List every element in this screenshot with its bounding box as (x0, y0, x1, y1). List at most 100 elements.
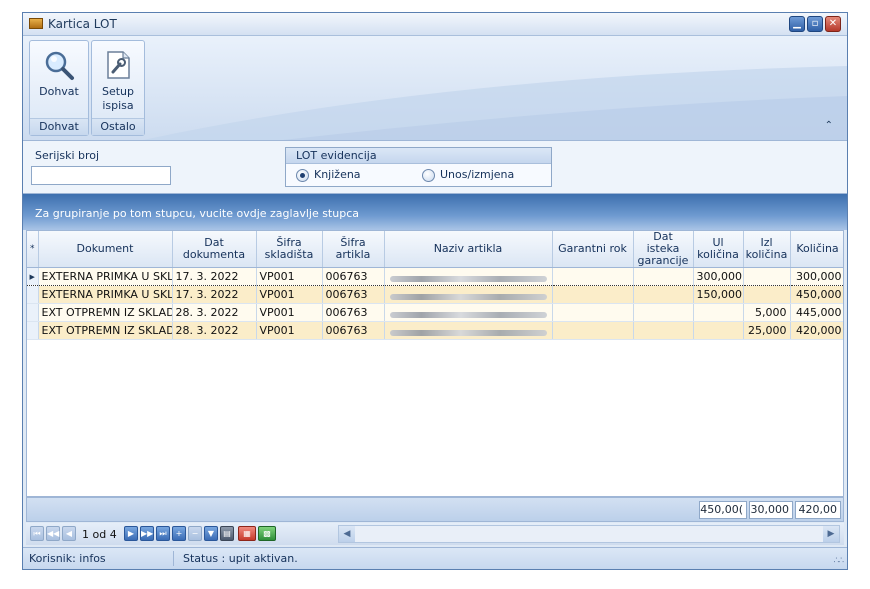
cell-izl-kolicina[interactable] (743, 285, 791, 304)
delete-button[interactable]: − (188, 526, 202, 541)
export-pdf-button[interactable]: ▦ (238, 526, 256, 541)
redacted-text (389, 276, 547, 282)
export-xls-button[interactable]: ▩ (258, 526, 276, 541)
cell-dat-isteka[interactable] (633, 303, 694, 322)
radio-knjizena-label[interactable]: Knjižena (314, 168, 361, 181)
lot-evidencija-group: LOT evidencija Knjižena Unos/izmjena (285, 147, 552, 187)
scroll-right-icon[interactable]: ▶ (823, 526, 839, 542)
radio-unos-izmjena-label[interactable]: Unos/izmjena (440, 168, 514, 181)
cell-dat-isteka[interactable] (633, 321, 694, 340)
cell-sifra-skladista[interactable]: VP001 (256, 303, 323, 322)
serial-input[interactable] (31, 166, 171, 185)
cell-naziv-artikla[interactable] (384, 321, 553, 340)
print-button[interactable]: ▤ (220, 526, 234, 541)
scroll-left-icon[interactable]: ◀ (339, 526, 355, 542)
cell-dokument[interactable]: EXTERNA PRIMKA U SKL (38, 267, 173, 286)
table-row[interactable]: EXTERNA PRIMKA U SKL 17. 3. 2022 VP001 0… (27, 285, 843, 304)
cell-ul-kolicina[interactable]: 300,000 (693, 267, 744, 286)
column-header[interactable]: Dat dokumenta (172, 231, 257, 268)
cell-garantni-rok[interactable] (552, 303, 634, 322)
prev-page-button[interactable]: ◀◀ (46, 526, 60, 541)
setup-ispisa-button[interactable]: Setup ispisa (96, 43, 140, 113)
filter-panel: Serijski broj LOT evidencija Knjižena Un… (23, 141, 847, 194)
cell-dokument[interactable]: EXT OTPREMN IZ SKLAD (38, 303, 173, 322)
dohvat-button-label: Dohvat (39, 85, 79, 98)
cell-naziv-artikla[interactable] (384, 285, 553, 304)
ribbon-group-ostalo: Setup ispisa Ostalo (91, 40, 145, 136)
cell-izl-kolicina[interactable]: 25,000 (743, 321, 791, 340)
total-ul-kolicina: 450,00( (699, 501, 747, 519)
next-page-button[interactable]: ▶▶ (140, 526, 154, 541)
cell-sifra-artikla[interactable]: 006763 (322, 285, 385, 304)
cell-sifra-artikla[interactable]: 006763 (322, 267, 385, 286)
cell-kolicina[interactable]: 300,000 (790, 267, 843, 286)
close-button[interactable]: ✕ (825, 16, 841, 32)
xls-icon: ▩ (263, 529, 271, 538)
column-header[interactable]: Količina (790, 231, 843, 268)
column-header[interactable]: Naziv artikla (384, 231, 553, 268)
table-row[interactable]: EXT OTPREMN IZ SKLAD 28. 3. 2022 VP001 0… (27, 303, 843, 322)
minimize-button[interactable]: ▁ (789, 16, 805, 32)
column-header[interactable]: Dat isteka garancije (633, 231, 694, 268)
dohvat-button[interactable]: Dohvat (37, 43, 81, 98)
cell-sifra-artikla[interactable]: 006763 (322, 321, 385, 340)
prev-record-button[interactable]: ◀ (62, 526, 76, 541)
ribbon-collapse-button[interactable]: ⌃ (825, 120, 833, 131)
cell-ul-kolicina[interactable]: 150,000 (693, 285, 744, 304)
cell-dokument[interactable]: EXT OTPREMN IZ SKLAD (38, 321, 173, 340)
column-header[interactable]: Dokument (38, 231, 173, 268)
filter-button[interactable]: ▼ (204, 526, 218, 541)
prev-icon: ◀ (65, 529, 73, 538)
status-separator (173, 551, 174, 566)
cell-sifra-skladista[interactable]: VP001 (256, 321, 323, 340)
first-page-button[interactable]: ⏮ (30, 526, 44, 541)
cell-kolicina[interactable]: 450,000 (790, 285, 843, 304)
last-page-button[interactable]: ⏭ (156, 526, 170, 541)
column-header[interactable]: Šifra artikla (322, 231, 385, 268)
group-by-panel[interactable]: Za grupiranje po tom stupcu, vucite ovdj… (23, 194, 847, 230)
radio-unos-izmjena[interactable] (422, 169, 435, 182)
cell-garantni-rok[interactable] (552, 321, 634, 340)
next-record-button[interactable]: ▶ (124, 526, 138, 541)
cell-dat-dokumenta[interactable]: 28. 3. 2022 (172, 303, 257, 322)
table-header: * Dokument Dat dokumenta Šifra skladišta… (27, 231, 843, 268)
cell-naziv-artikla[interactable] (384, 267, 553, 286)
table-row[interactable]: EXT OTPREMN IZ SKLAD 28. 3. 2022 VP001 0… (27, 321, 843, 340)
cell-izl-kolicina[interactable]: 5,000 (743, 303, 791, 322)
append-button[interactable]: + (172, 526, 186, 541)
cell-kolicina[interactable]: 420,000 (790, 321, 843, 340)
cell-dat-isteka[interactable] (633, 267, 694, 286)
horizontal-scrollbar[interactable]: ◀ ▶ (338, 525, 840, 543)
redacted-text (389, 294, 547, 300)
radio-knjizena[interactable] (296, 169, 309, 182)
cell-kolicina[interactable]: 445,000 (790, 303, 843, 322)
maximize-button[interactable]: ▫ (807, 16, 823, 32)
cell-izl-kolicina[interactable] (743, 267, 791, 286)
cell-dat-dokumenta[interactable]: 28. 3. 2022 (172, 321, 257, 340)
page-indicator: 1 od 4 (82, 528, 117, 541)
cell-naziv-artikla[interactable] (384, 303, 553, 322)
cell-dat-isteka[interactable] (633, 285, 694, 304)
app-icon (29, 18, 43, 29)
cell-ul-kolicina[interactable] (693, 321, 744, 340)
cell-garantni-rok[interactable] (552, 267, 634, 286)
maximize-icon: ▫ (811, 18, 819, 29)
cell-dat-dokumenta[interactable]: 17. 3. 2022 (172, 267, 257, 286)
cell-sifra-skladista[interactable]: VP001 (256, 285, 323, 304)
table-row[interactable]: ▶ EXTERNA PRIMKA U SKL 17. 3. 2022 VP001… (27, 267, 843, 286)
cell-dat-dokumenta[interactable]: 17. 3. 2022 (172, 285, 257, 304)
cell-dokument[interactable]: EXTERNA PRIMKA U SKL (38, 285, 173, 304)
ribbon: Dohvat Dohvat Setup ispisa Ostalo ⌃ (23, 36, 847, 141)
cell-sifra-skladista[interactable]: VP001 (256, 267, 323, 286)
next-icon: ▶ (127, 529, 135, 538)
resize-grip-icon[interactable]: ∴∴ (834, 556, 845, 566)
printer-icon: ▤ (223, 529, 231, 538)
column-header[interactable]: Izl količina (743, 231, 791, 268)
status-bar: Korisnik: infos Status : upit aktivan. ∴… (23, 547, 847, 569)
cell-sifra-artikla[interactable]: 006763 (322, 303, 385, 322)
column-header[interactable]: Šifra skladišta (256, 231, 323, 268)
cell-ul-kolicina[interactable] (693, 303, 744, 322)
column-header[interactable]: Garantni rok (552, 231, 634, 268)
cell-garantni-rok[interactable] (552, 285, 634, 304)
column-header[interactable]: Ul količina (693, 231, 744, 268)
